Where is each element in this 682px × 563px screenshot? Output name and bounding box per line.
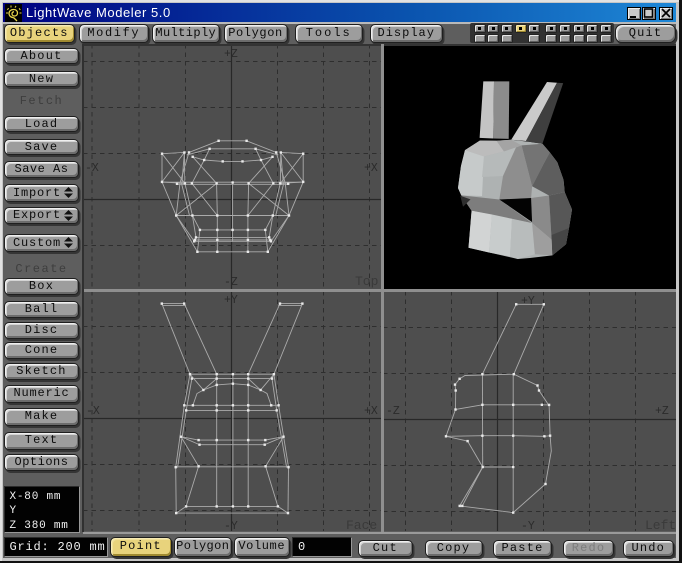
svg-text:-X: -X	[85, 162, 99, 175]
svg-text:-Z: -Z	[386, 405, 400, 418]
svg-text:+Y: +Y	[224, 294, 238, 307]
svg-text:-Z: -Z	[224, 276, 238, 289]
svg-text:-X: -X	[86, 405, 100, 418]
svg-text:+X: +X	[364, 405, 378, 418]
svg-text:Top: Top	[355, 274, 378, 289]
svg-text:-Y: -Y	[521, 520, 535, 531]
svg-text:+X: +X	[364, 162, 378, 175]
svg-text:Left: Left	[645, 518, 676, 531]
svg-text:+Y: +Y	[521, 295, 535, 308]
svg-text:-Y: -Y	[224, 520, 238, 531]
svg-text:Face: Face	[346, 518, 377, 531]
svg-text:+Z: +Z	[224, 48, 238, 61]
svg-text:+Z: +Z	[655, 405, 669, 418]
